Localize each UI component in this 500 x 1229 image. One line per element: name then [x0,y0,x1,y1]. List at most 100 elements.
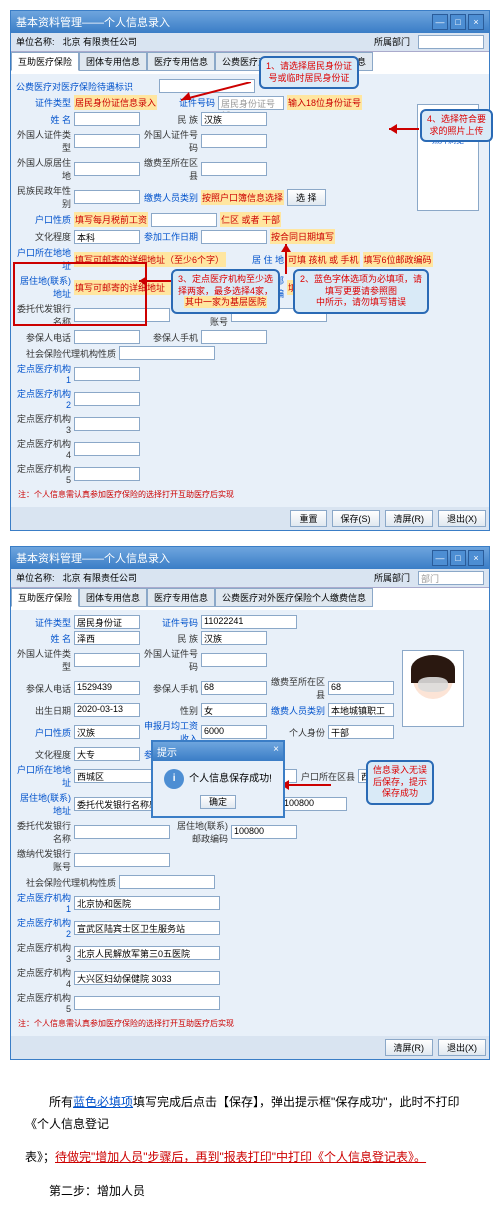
arrow-callout-w2 [281,775,331,795]
edu-input[interactable]: 本科 [74,230,140,244]
med4-input[interactable]: 大兴区妇幼保健院 3033 [74,971,220,985]
name-input[interactable]: 泽西 [74,631,140,645]
fhome-input[interactable] [74,162,140,176]
med2-input[interactable] [74,392,140,406]
npay-input[interactable] [119,346,215,360]
qual-label: 个人身份 [270,726,325,739]
idno-input[interactable]: 11022241 [201,615,297,629]
dept-label: 所属部门 [374,35,410,49]
exp-input[interactable] [201,162,267,176]
dept-input-2[interactable]: 部门 [418,571,484,585]
idtype-input[interactable]: 居民身份证 [74,615,140,629]
tab-2[interactable]: 医疗专用信息 [147,52,215,71]
npay-label: 社会保险代理机构性质 [16,347,116,360]
nation-input[interactable]: 汉族 [201,112,267,126]
reset-button[interactable]: 重置 [290,510,326,527]
fidno-input[interactable] [201,653,267,667]
maximize-icon[interactable]: □ [450,550,466,566]
agent-input[interactable] [74,825,170,839]
qual-input[interactable]: 干部 [328,725,394,739]
save-button[interactable]: 保存(S) [332,510,380,527]
ok-button[interactable]: 确定 [200,795,236,809]
med4-label: 定点医疗机构4 [16,966,71,989]
med1-label: 定点医疗机构1 [16,891,71,914]
maximize-icon[interactable]: □ [450,14,466,30]
idtype-label: 证件类型 [16,96,71,109]
fidtype-input[interactable] [74,134,140,148]
select-button[interactable]: 选 择 [287,189,326,206]
phone-input[interactable]: 1529439 [74,681,140,695]
name-label: 姓 名 [16,632,71,645]
hh-input[interactable]: 汉族 [74,725,140,739]
minimize-icon[interactable]: — [432,550,448,566]
med1-input[interactable]: 北京协和医院 [74,896,220,910]
npay-input[interactable] [119,875,215,889]
region-input[interactable]: 68 [328,681,394,695]
titlebar-1: 基本资料管理——个人信息录入 — □ × [11,11,489,33]
unit-toolbar: 单位名称: 北京 有限责任公司 所属部门 [11,33,489,52]
mobile-input[interactable]: 68 [201,681,267,695]
minimize-icon[interactable]: — [432,14,448,30]
dialog-close-icon[interactable]: × [273,744,279,759]
edu-label: 文化程度 [16,748,71,761]
region-label: 缴费至所在区县 [270,675,325,701]
mpost-input[interactable]: 100800 [231,825,297,839]
fidtype-label: 外国人证件类型 [16,647,71,673]
med5-input[interactable] [74,996,220,1010]
fidno-label: 外国人证件号码 [143,647,198,673]
phone-input[interactable] [74,330,140,344]
wage-input[interactable]: 6000 [201,725,267,739]
med2-input[interactable]: 宣武区陆宾士区卫生服务站 [74,921,220,935]
dialog-message: 个人信息保存成功! [189,774,272,785]
close-icon[interactable]: × [468,14,484,30]
med2-label: 定点医疗机构2 [16,387,71,410]
nation-label: 民 族 [143,113,198,126]
unit-label: 单位名称: [16,35,55,49]
fidtype-input[interactable] [74,653,140,667]
name-label: 姓 名 [16,113,71,126]
callout-1: 1、请选择居民身份证 号或临时居民身份证 [259,56,359,89]
form-content-1: 公费医疗对医疗保险待遇标识 证件类型 居民身份证信息录入 证件号码 居民身份证号… [11,74,489,507]
med3-input[interactable] [74,417,140,431]
mobile-label: 参保人手机 [143,331,198,344]
med4-input[interactable] [74,442,140,456]
unit-label-2: 单位名称: [16,571,55,585]
retire-input[interactable] [74,853,170,867]
edu-input[interactable]: 大专 [74,747,140,761]
dept-label-2: 所属部门 [374,571,410,585]
tab2-1[interactable]: 团体专用信息 [79,588,147,607]
clear-button[interactable]: 清屏(R) [385,510,434,527]
fidno-input[interactable] [201,134,267,148]
p1b: 蓝色必填项 [73,1095,133,1109]
name-input[interactable] [74,112,140,126]
med3-input[interactable]: 北京人民解放军第三0五医院 [74,946,220,960]
clear-button-2[interactable]: 清屏(R) [385,1039,434,1056]
post2-input[interactable]: 100800 [281,797,347,811]
tab2-3[interactable]: 公费医疗对外医疗保险个人缴费信息 [215,588,373,607]
join-input[interactable] [201,230,267,244]
hh-sel[interactable] [151,213,217,227]
tab-1[interactable]: 团体专用信息 [79,52,147,71]
tab2-2[interactable]: 医疗专用信息 [147,588,215,607]
ptype-input[interactable]: 本地城镇职工 [328,703,394,717]
unit-toolbar-2: 单位名称: 北京 有限责任公司 所属部门 部门 [11,569,489,588]
mpost-label: 居住地(联系)邮政编码 [173,819,228,845]
exit-button-2[interactable]: 退出(X) [438,1039,486,1056]
med1-input[interactable] [74,367,140,381]
dept-input[interactable] [418,35,484,49]
gender-input[interactable] [74,190,140,204]
ptype-label: 缴费人员类别 [270,704,325,717]
med5-input[interactable] [74,467,140,481]
close-icon[interactable]: × [468,550,484,566]
gender-input[interactable]: 女 [201,703,267,717]
idtype-value[interactable]: 居民身份证信息录入 [74,95,157,110]
tab-0[interactable]: 互助医疗保险 [11,52,79,71]
exit-button[interactable]: 退出(X) [438,510,486,527]
window-controls-2: — □ × [432,550,484,566]
nation-input[interactable]: 汉族 [201,631,267,645]
exp-label: 缴费至所在区县 [143,156,198,182]
mobile-input[interactable] [201,330,267,344]
tab2-0[interactable]: 互助医疗保险 [11,588,79,607]
info-icon: i [164,769,184,789]
dob-input[interactable]: 2020-03-13 [74,703,140,717]
